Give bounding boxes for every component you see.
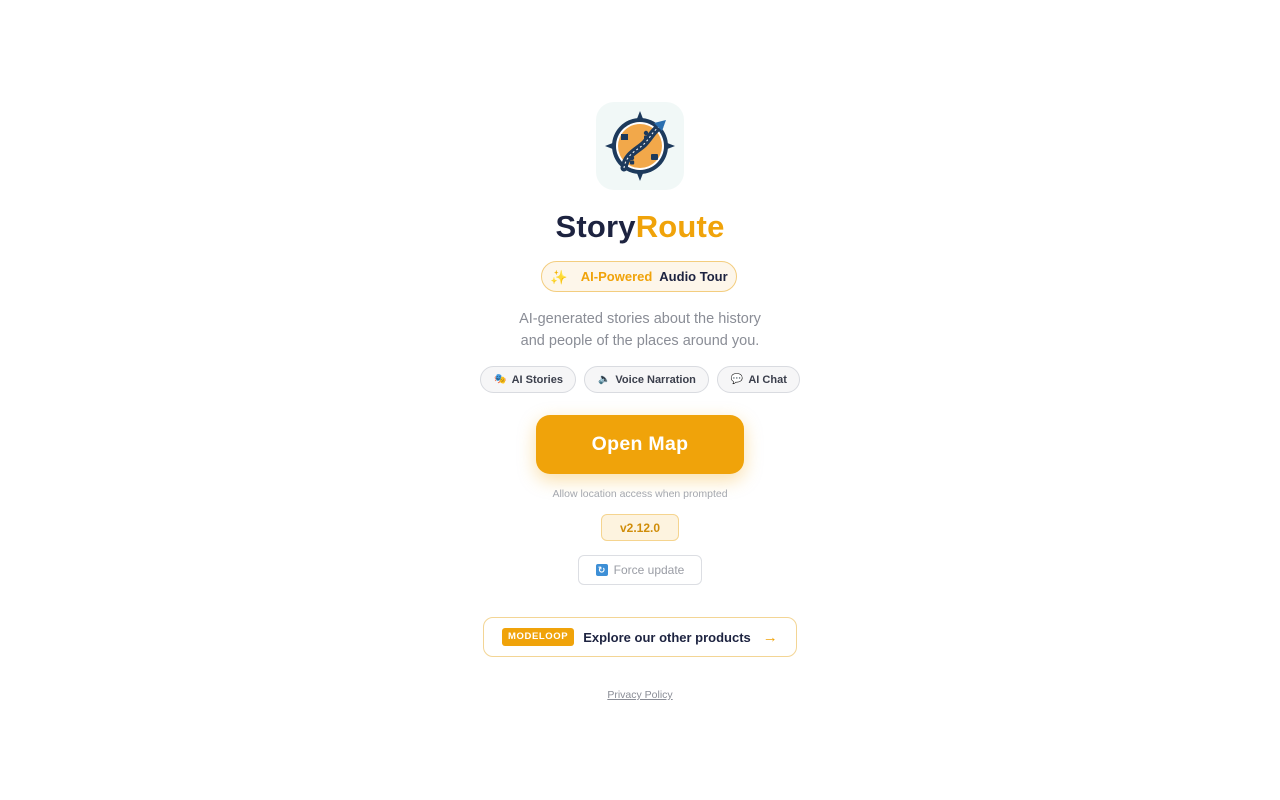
force-update-button[interactable]: ↻ Force update [578, 555, 702, 585]
badge-text: Audio Tour [659, 269, 728, 284]
description-line-1: AI-generated stories about the history [519, 311, 761, 327]
feature-chip-label: AI Stories [511, 373, 563, 386]
app-title-part2: Route [635, 209, 725, 244]
feature-chips: 🎭 AI Stories 🔈 Voice Narration 💬 AI Chat [0, 366, 1280, 393]
app-title-part1: Story [555, 209, 636, 244]
badge-highlight: AI-Powered [580, 269, 653, 284]
location-hint: Allow location access when prompted [552, 488, 728, 500]
feature-chip-label: Voice Narration [615, 373, 696, 386]
feature-chip-ai-stories: 🎭 AI Stories [480, 366, 576, 393]
app-description: AI-generated stories about the history a… [0, 308, 1280, 352]
description-line-2: and people of the places around you. [520, 333, 760, 349]
sparkles-icon: ✨ [550, 268, 568, 285]
feature-chip-ai-chat: 💬 AI Chat [716, 366, 800, 393]
feature-chip-voice-narration: 🔈 Voice Narration [583, 366, 709, 393]
landing-page: StoryRoute ✨ AI-Powered Audio Tour AI-ge… [0, 0, 1280, 800]
open-map-button[interactable]: Open Map [536, 415, 744, 474]
compass-route-logo-icon [605, 111, 675, 181]
explore-products-link[interactable]: MODELOOP Explore our other products → [483, 617, 797, 657]
theater-masks-icon: 🎭 [494, 373, 507, 385]
footer: Privacy Policy [0, 685, 1280, 703]
app-logo [596, 102, 684, 190]
privacy-policy-link[interactable]: Privacy Policy [607, 689, 672, 701]
feature-chip-label: AI Chat [748, 373, 787, 386]
force-update-label: Force update [613, 563, 685, 577]
version-badge: v2.12.0 [601, 514, 679, 541]
modeloop-brand-label: MODELOOP [502, 628, 575, 646]
app-title: StoryRoute [0, 206, 1280, 248]
refresh-icon: ↻ [595, 564, 608, 576]
speaker-icon: 🔈 [597, 373, 611, 385]
speech-bubble-icon: 💬 [730, 373, 744, 385]
arrow-right-icon: → [762, 628, 778, 646]
ai-audio-tour-badge: ✨ AI-Powered Audio Tour [541, 261, 737, 292]
explore-products-label: Explore our other products [583, 629, 751, 645]
